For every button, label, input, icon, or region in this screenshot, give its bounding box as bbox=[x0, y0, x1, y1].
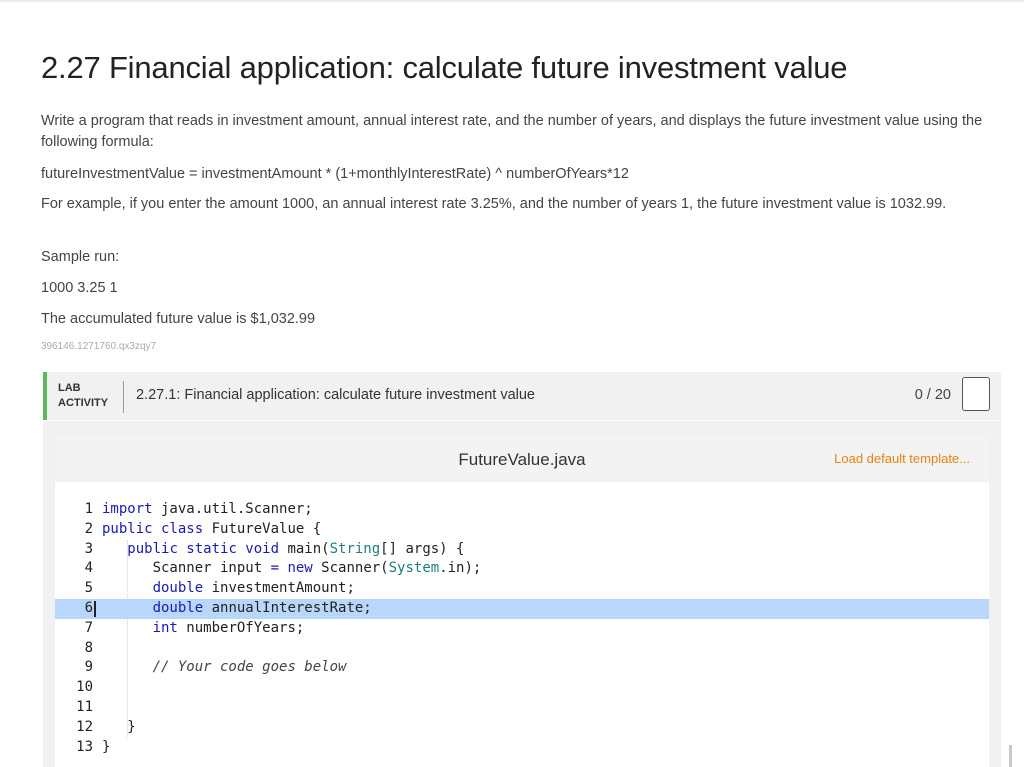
lab-score: 0 / 20 bbox=[914, 387, 951, 403]
problem-description: Write a program that reads in investment… bbox=[41, 113, 983, 150]
line-number: 1 bbox=[84, 501, 93, 517]
code-line[interactable]: 1 import java.util.Scanner; bbox=[55, 500, 989, 520]
code-token: // Your code goes below bbox=[152, 659, 347, 676]
code-text: double annualInterestRate; bbox=[102, 599, 372, 619]
line-number: 13 bbox=[76, 738, 93, 755]
load-default-template-link[interactable]: Load default template... bbox=[834, 451, 970, 466]
code-token: double bbox=[152, 599, 204, 616]
formula-text: futureInvestmentValue = investmentAmount… bbox=[41, 166, 629, 182]
code-token: System bbox=[388, 560, 440, 577]
code-text: } bbox=[102, 738, 110, 758]
code-editor-panel: FutureValue.java Load default template..… bbox=[43, 421, 1001, 767]
code-line[interactable]: 5 double investmentAmount; bbox=[55, 579, 989, 599]
content-id: 396146.1271760.qx3zqy7 bbox=[41, 341, 157, 352]
code-token: [] args) { bbox=[380, 540, 465, 557]
sample-output: The accumulated future value is $1,032.9… bbox=[41, 311, 316, 327]
code-token: .in); bbox=[439, 560, 482, 577]
lab-label-line2: ACTIVITY bbox=[58, 397, 109, 409]
code-token: new bbox=[287, 560, 313, 577]
code-text: public static void main(String[] args) { bbox=[102, 540, 464, 560]
line-number: 2 bbox=[84, 520, 93, 537]
code-text: double investmentAmount; bbox=[102, 579, 355, 599]
code-line[interactable]: 2 public class FutureValue { bbox=[55, 520, 989, 540]
code-token: Scanner( bbox=[312, 560, 389, 577]
lab-title: 2.27.1: Financial application: calculate… bbox=[136, 387, 535, 403]
code-editor[interactable]: FutureValue.java Load default template..… bbox=[55, 437, 989, 767]
sample-run-label: Sample run: bbox=[41, 249, 120, 265]
code-line[interactable]: 3 public static void main(String[] args)… bbox=[55, 540, 989, 560]
lab-label-line1: LAB bbox=[58, 382, 81, 394]
code-token: main( bbox=[279, 540, 330, 557]
code-text: int numberOfYears; bbox=[102, 619, 305, 639]
file-header: FutureValue.java Load default template..… bbox=[55, 437, 989, 482]
line-number: 12 bbox=[76, 718, 93, 735]
line-number: 10 bbox=[76, 679, 93, 696]
code-token: java.util.Scanner; bbox=[152, 501, 313, 517]
completion-box-icon bbox=[962, 377, 990, 411]
code-line[interactable]: 11 bbox=[55, 698, 989, 718]
code-line[interactable]: 4 Scanner input = new Scanner(System.in)… bbox=[55, 559, 989, 579]
code-area[interactable]: 1 import java.util.Scanner; 2 public class … bbox=[55, 500, 989, 757]
lab-activity-label: LAB ACTIVITY bbox=[58, 381, 108, 411]
line-number: 5 bbox=[84, 580, 93, 597]
code-line[interactable]: 6 double annualInterestRate; bbox=[55, 598, 989, 619]
code-token: } bbox=[102, 718, 136, 735]
line-number: 6 bbox=[84, 599, 93, 616]
code-line[interactable]: 13} bbox=[55, 738, 989, 758]
code-text: } bbox=[102, 718, 136, 738]
code-token: Scanner input bbox=[102, 560, 271, 577]
code-text: // Your code goes below bbox=[102, 658, 347, 678]
code-token: investmentAmount; bbox=[203, 580, 355, 597]
code-token: } bbox=[102, 738, 111, 755]
code-token: import bbox=[102, 501, 153, 517]
code-text: import java.util.Scanner; bbox=[102, 500, 313, 520]
lab-divider bbox=[123, 381, 124, 413]
code-token: = bbox=[270, 560, 280, 577]
code-token: FutureValue { bbox=[203, 520, 322, 537]
lab-activity-header: LAB ACTIVITY 2.27.1: Financial applicati… bbox=[43, 372, 1001, 420]
sample-input: 1000 3.25 1 bbox=[41, 280, 118, 296]
code-token: int bbox=[152, 619, 178, 636]
example-text: For example, if you enter the amount 100… bbox=[41, 196, 947, 212]
line-number: 11 bbox=[76, 698, 93, 715]
code-text: public class FutureValue { bbox=[102, 520, 321, 540]
page-title: 2.27 Financial application: calculate fu… bbox=[41, 50, 848, 85]
code-token: public class bbox=[102, 520, 204, 537]
code-token: numberOfYears; bbox=[177, 619, 305, 636]
code-line[interactable]: 9 // Your code goes below bbox=[55, 658, 989, 678]
line-number: 3 bbox=[84, 540, 93, 557]
code-line[interactable]: 12 } bbox=[55, 718, 989, 738]
scrollbar[interactable] bbox=[1009, 745, 1012, 767]
top-border bbox=[0, 0, 1024, 2]
code-token: double bbox=[152, 580, 204, 597]
code-line[interactable]: 10 bbox=[55, 678, 989, 698]
line-number: 8 bbox=[84, 639, 93, 656]
code-token: String bbox=[329, 540, 381, 557]
code-line[interactable]: 7 int numberOfYears; bbox=[55, 619, 989, 639]
code-line[interactable]: 8 bbox=[55, 639, 989, 659]
code-token: public static void bbox=[127, 540, 280, 557]
text-cursor bbox=[94, 600, 96, 617]
line-number: 7 bbox=[84, 619, 93, 636]
line-number: 4 bbox=[84, 560, 93, 577]
code-text: Scanner input = new Scanner(System.in); bbox=[102, 559, 482, 579]
code-token: annualInterestRate; bbox=[203, 599, 372, 616]
line-number: 9 bbox=[84, 659, 93, 676]
